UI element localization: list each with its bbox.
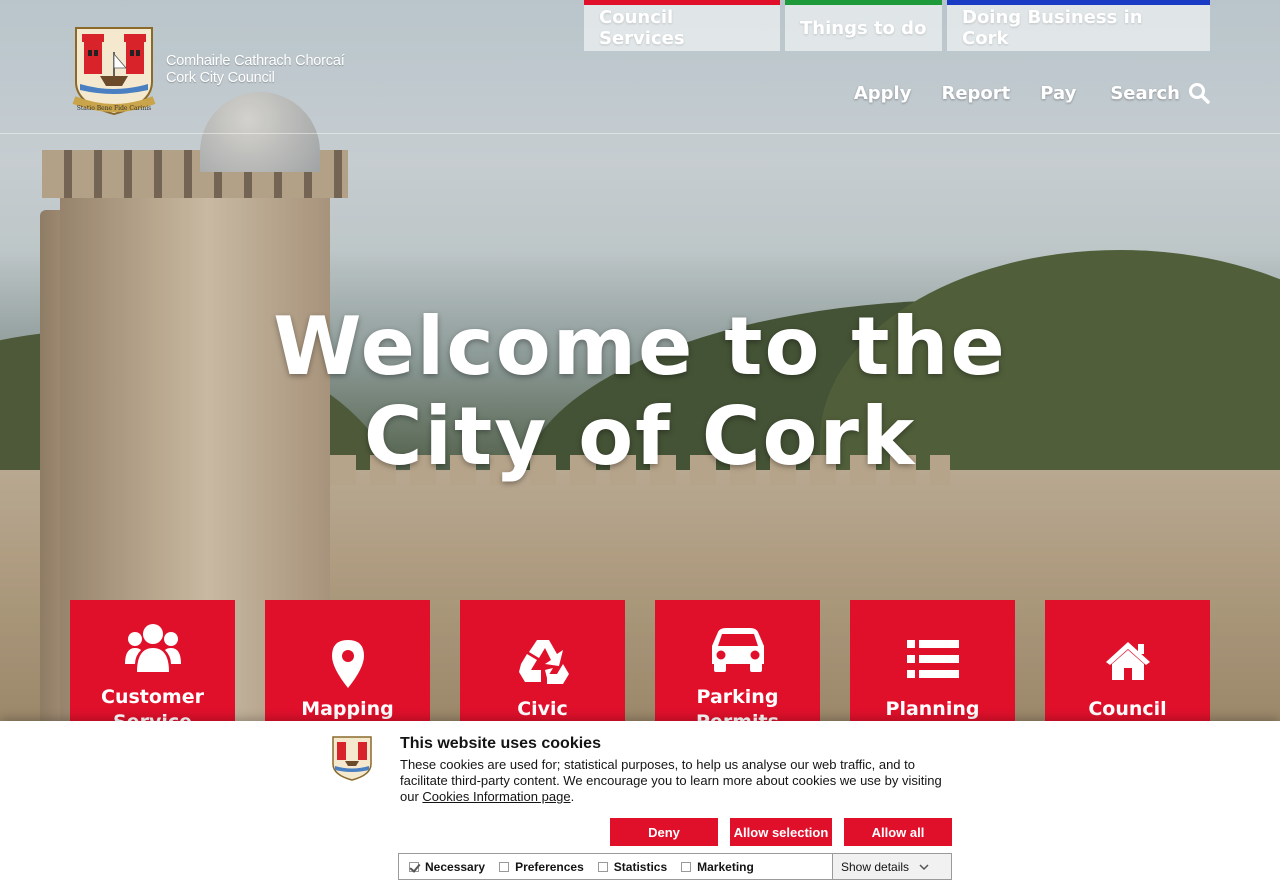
tab-doing-business[interactable]: Doing Business in Cork xyxy=(947,0,1210,51)
apply-link[interactable]: Apply xyxy=(854,83,912,104)
preferences-checkbox[interactable]: Preferences xyxy=(499,860,584,874)
tile-label: Mapping xyxy=(301,698,394,720)
statistics-checkbox[interactable]: Statistics xyxy=(597,860,667,874)
tile-planning[interactable]: Planning xyxy=(850,600,1015,730)
allow-all-button[interactable]: Allow all xyxy=(844,818,952,846)
recycle-icon xyxy=(460,622,625,684)
crest-motto: Statio Bene Fide Carinis xyxy=(77,105,151,112)
site-header: Statio Bene Fide Carinis Comhairle Cathr… xyxy=(0,0,1280,134)
search-icon xyxy=(1189,83,1210,104)
cookie-banner: This website uses cookies These cookies … xyxy=(0,721,1280,887)
show-details-button[interactable]: Show details xyxy=(832,854,951,879)
hero-heading: Welcome to the City of Cork xyxy=(0,302,1280,482)
consent-options: Necessary Preferences Statistics Marketi… xyxy=(398,853,952,880)
tile-civic[interactable]: Civic xyxy=(460,600,625,730)
hero-heading-line2: City of Cork xyxy=(363,390,917,483)
hero-heading-line1: Welcome to the xyxy=(273,300,1007,393)
cookie-description: These cookies are used for; statistical … xyxy=(400,757,942,804)
deny-button[interactable]: Deny xyxy=(610,818,718,846)
tab-things-to-do[interactable]: Things to do xyxy=(785,0,942,51)
site-logo[interactable]: Statio Bene Fide Carinis Comhairle Cathr… xyxy=(70,24,345,116)
car-icon xyxy=(655,622,820,676)
report-link[interactable]: Report xyxy=(941,83,1010,104)
search-button[interactable]: Search xyxy=(1110,82,1210,104)
tile-council[interactable]: Council xyxy=(1045,600,1210,730)
pay-link[interactable]: Pay xyxy=(1040,83,1076,104)
list-icon xyxy=(850,622,1015,678)
tile-label: Civic xyxy=(517,698,568,720)
marketing-checkbox[interactable]: Marketing xyxy=(681,860,754,874)
tile-mapping[interactable]: Mapping xyxy=(265,600,430,730)
map-marker-icon xyxy=(265,622,430,688)
secondary-nav: Apply Report Pay Search xyxy=(854,82,1210,104)
search-label: Search xyxy=(1110,82,1180,104)
cork-crest-icon: Statio Bene Fide Carinis xyxy=(70,24,158,116)
org-name-english: Cork City Council xyxy=(166,70,275,86)
tile-label: Council xyxy=(1088,698,1167,720)
necessary-checkbox[interactable]: Necessary xyxy=(409,860,485,874)
cookie-crest-icon xyxy=(330,735,374,781)
allow-selection-button[interactable]: Allow selection xyxy=(730,818,832,846)
cookies-info-link[interactable]: Cookies Information page xyxy=(422,789,570,804)
home-icon xyxy=(1045,622,1210,680)
tile-parking-permits[interactable]: Parking Permits xyxy=(655,600,820,733)
tile-label: Planning xyxy=(885,698,980,720)
cookie-title: This website uses cookies xyxy=(400,735,601,752)
users-icon xyxy=(70,622,235,676)
tab-council-services[interactable]: Council Services xyxy=(584,0,780,51)
tile-customer-service[interactable]: Customer Service xyxy=(70,600,235,733)
chevron-down-icon xyxy=(919,863,929,870)
quick-links: Customer Service Mapping Civic xyxy=(70,600,1210,733)
primary-nav: Council Services Things to do Doing Busi… xyxy=(584,0,1210,51)
org-name-irish: Comhairle Cathrach Chorcaí xyxy=(166,53,345,69)
